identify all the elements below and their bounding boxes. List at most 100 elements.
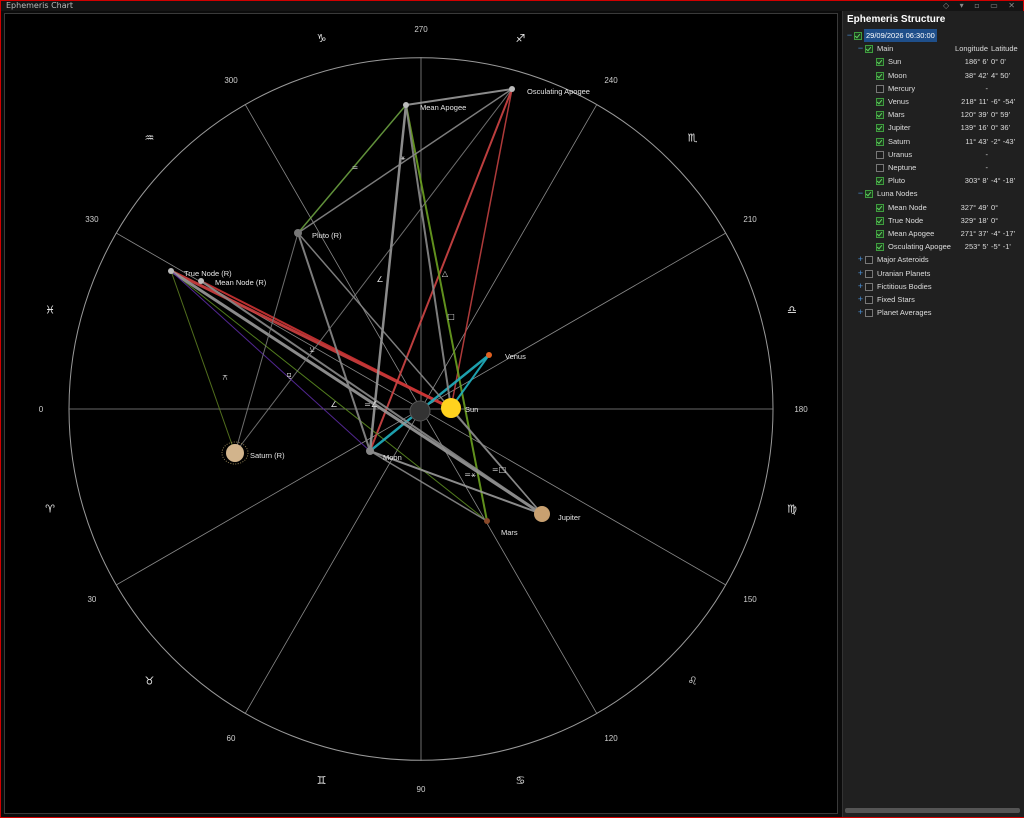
moon-planet-icon[interactable] bbox=[366, 447, 374, 455]
expand-toggle-icon[interactable]: + bbox=[857, 253, 864, 266]
expand-toggle-icon[interactable]: + bbox=[857, 293, 864, 306]
aspect-glyph-icon: ⚺ bbox=[309, 345, 314, 354]
latitude-value: -4° -17' bbox=[991, 229, 1016, 238]
longitude-value: 218° 11' bbox=[961, 97, 988, 106]
tree-group-luna-nodes[interactable]: − Luna Nodes bbox=[843, 187, 1024, 200]
column-header-longitude[interactable]: Longitude bbox=[955, 42, 988, 55]
tree-date-node[interactable]: −29/09/2026 06:30:00 bbox=[843, 29, 1024, 42]
checkbox[interactable] bbox=[876, 124, 884, 133]
checkbox[interactable] bbox=[876, 243, 884, 252]
jupiter-planet-icon[interactable] bbox=[534, 506, 550, 522]
aspect-glyph-icon: =∠ bbox=[364, 400, 378, 409]
checkbox[interactable] bbox=[865, 256, 873, 265]
aspect-glyph-icon: =⚹ bbox=[464, 470, 476, 479]
capricorn-glyph-icon: ♑ bbox=[317, 32, 327, 45]
expand-toggle-icon[interactable]: + bbox=[857, 280, 864, 293]
pluto-label: Pluto (R) bbox=[312, 231, 342, 240]
true-node-planet-icon[interactable] bbox=[168, 268, 174, 274]
item-label: Mean Node bbox=[888, 202, 927, 212]
osc-apogee-planet-icon[interactable] bbox=[509, 86, 515, 92]
checkbox[interactable] bbox=[876, 111, 884, 120]
latitude-value: -4° -18' bbox=[991, 176, 1016, 186]
tree-item-saturn[interactable]: Saturn 11° 43' -2° -43' bbox=[843, 135, 1024, 148]
checkbox[interactable] bbox=[865, 282, 873, 291]
longitude-value: 329° 18' bbox=[960, 215, 988, 225]
sun-planet-icon[interactable] bbox=[441, 398, 461, 418]
degree-label: 150 bbox=[743, 595, 757, 604]
checkbox[interactable] bbox=[876, 230, 884, 238]
osc-apogee-label: Osculating Apogee bbox=[527, 87, 590, 96]
tree-group-major-asteroids[interactable]: + Major Asteroids bbox=[843, 253, 1024, 266]
saturn-planet-icon[interactable] bbox=[226, 444, 244, 462]
panel-title: Ephemeris Structure bbox=[847, 14, 946, 25]
tree-item-uranus[interactable]: Uranus - bbox=[843, 148, 1024, 161]
earth-icon[interactable] bbox=[409, 400, 431, 422]
column-header-latitude[interactable]: Latitude bbox=[991, 42, 1024, 55]
tree-item-mean-node[interactable]: Mean Node 327° 49' 0° bbox=[843, 201, 1024, 214]
checkbox[interactable] bbox=[876, 150, 884, 159]
tree-group-planet-averages[interactable]: + Planet Averages bbox=[843, 306, 1024, 319]
checkbox[interactable] bbox=[865, 190, 873, 199]
mars-planet-icon[interactable] bbox=[484, 518, 490, 524]
tree-item-venus[interactable]: Venus 218° 11' -6° -54' bbox=[843, 95, 1024, 108]
checkbox[interactable] bbox=[854, 32, 862, 40]
venus-planet-icon[interactable] bbox=[486, 352, 492, 358]
longitude-value: 271° 37' bbox=[960, 229, 988, 238]
mean-node-planet-icon[interactable] bbox=[198, 278, 204, 284]
window-controls[interactable]: ◇ ▾ ▫ ▭ ✕ bbox=[943, 1, 1019, 11]
aries-glyph-icon: ♈ bbox=[45, 502, 55, 515]
horizontal-scrollbar[interactable] bbox=[845, 808, 1020, 813]
checkbox[interactable] bbox=[865, 296, 873, 304]
checkbox[interactable] bbox=[876, 84, 884, 93]
chart-canvas[interactable]: 0 30 60 90 120 150 180 210 240 270 300 330 ♈ ♉ ♊ ♋ ♌ ♍ ♎ ♏ ♐… bbox=[5, 14, 837, 813]
aspect-glyph-icon: ∠ bbox=[376, 275, 383, 284]
checkbox[interactable] bbox=[876, 58, 884, 67]
tree-item-jupiter[interactable]: Jupiter 139° 16' 0° 36' bbox=[843, 121, 1024, 134]
checkbox[interactable] bbox=[876, 98, 884, 106]
tree-item-true-node[interactable]: True Node 329° 18' 0° bbox=[843, 214, 1024, 227]
tree-item-mars[interactable]: Mars 120° 39' 0° 59' bbox=[843, 108, 1024, 121]
tree-group-fixed-stars[interactable]: + Fixed Stars bbox=[843, 293, 1024, 306]
checkbox[interactable] bbox=[865, 45, 873, 54]
item-label: Mean Apogee bbox=[888, 229, 935, 238]
ephemeris-chart[interactable]: 0 30 60 90 120 150 180 210 240 270 300 330 ♈ ♉ ♊ ♋ ♌ ♍ ♎ ♏ ♐… bbox=[4, 13, 838, 814]
item-label: Luna Nodes bbox=[877, 189, 918, 199]
checkbox[interactable] bbox=[876, 71, 884, 80]
virgo-glyph-icon: ♍ bbox=[787, 502, 797, 515]
sun-label: Sun bbox=[465, 405, 478, 414]
item-label: Mercury bbox=[888, 83, 916, 93]
item-label: 29/09/2026 06:30:00 bbox=[864, 29, 937, 42]
checkbox[interactable] bbox=[876, 137, 884, 146]
latitude-value: 0° 36' bbox=[991, 123, 1011, 133]
expand-toggle-icon[interactable]: − bbox=[846, 29, 853, 42]
expand-toggle-icon[interactable]: + bbox=[857, 267, 864, 280]
tree-group-uranian-planets[interactable]: + Uranian Planets bbox=[843, 267, 1024, 280]
checkbox[interactable] bbox=[876, 177, 884, 186]
tree-item-neptune[interactable]: Neptune - bbox=[843, 161, 1024, 174]
tree-group-main[interactable]: − Main Longitude Latitude bbox=[843, 42, 1024, 55]
checkbox[interactable] bbox=[865, 309, 873, 318]
longitude-value: 38° 42' bbox=[964, 70, 988, 80]
expand-toggle-icon[interactable]: + bbox=[857, 306, 864, 319]
checkbox[interactable] bbox=[865, 269, 873, 278]
mean-apogee-planet-icon[interactable] bbox=[403, 102, 409, 108]
tree-item-moon[interactable]: Moon 38° 42' 4° 50' bbox=[843, 69, 1024, 82]
checkbox[interactable] bbox=[876, 216, 884, 225]
tree-item-sun[interactable]: Sun 186° 6' 0° 0' bbox=[843, 55, 1024, 68]
tree-group-fictitious-bodies[interactable]: + Fictitious Bodies bbox=[843, 280, 1024, 293]
pluto-planet-icon[interactable] bbox=[294, 229, 302, 237]
longitude-value: 11° 43' bbox=[965, 136, 988, 146]
expand-toggle-icon[interactable]: − bbox=[857, 187, 864, 200]
checkbox[interactable] bbox=[876, 164, 884, 172]
aspect-line bbox=[405, 104, 452, 409]
checkbox[interactable] bbox=[876, 203, 884, 212]
degree-label: 240 bbox=[604, 76, 618, 85]
longitude-value: 303° 8' bbox=[964, 176, 988, 186]
tree-item-pluto[interactable]: Pluto 303° 8' -4° -18' bbox=[843, 174, 1024, 187]
taurus-glyph-icon: ♉ bbox=[145, 675, 155, 688]
tree-item-osculating-apogee[interactable]: Osculating Apogee 253° 5' -5° -1' bbox=[843, 240, 1024, 253]
mean-apogee-label: Mean Apogee bbox=[420, 103, 466, 112]
expand-toggle-icon[interactable]: − bbox=[857, 42, 864, 55]
tree-item-mean-apogee[interactable]: Mean Apogee 271° 37' -4° -17' bbox=[843, 227, 1024, 240]
tree-item-mercury[interactable]: Mercury - bbox=[843, 82, 1024, 95]
